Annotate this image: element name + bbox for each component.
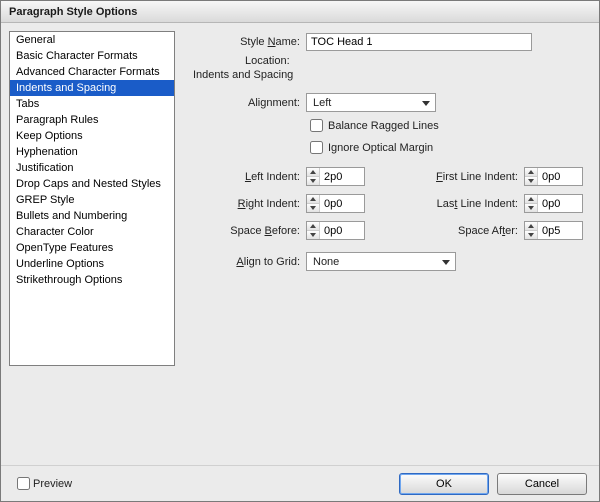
sidebar-item[interactable]: OpenType Features: [10, 240, 174, 256]
space-before-spinner[interactable]: [306, 221, 365, 240]
sidebar-item[interactable]: Underline Options: [10, 256, 174, 272]
sidebar-item[interactable]: GREP Style: [10, 192, 174, 208]
space-after-label: Space After:: [414, 225, 524, 237]
style-name-input[interactable]: [306, 33, 532, 51]
left-indent-spinner[interactable]: [306, 167, 365, 186]
spin-up-icon[interactable]: [525, 195, 537, 203]
main-panel: Style Name: Location: Indents and Spacin…: [175, 31, 591, 457]
spin-up-icon[interactable]: [525, 168, 537, 176]
sidebar-item[interactable]: Tabs: [10, 96, 174, 112]
sidebar-item[interactable]: Indents and Spacing: [10, 80, 174, 96]
content-area: GeneralBasic Character FormatsAdvanced C…: [1, 23, 599, 465]
sidebar-item[interactable]: Character Color: [10, 224, 174, 240]
last-line-indent-spinner[interactable]: [524, 194, 583, 213]
sidebar-item[interactable]: Hyphenation: [10, 144, 174, 160]
spin-down-icon[interactable]: [307, 176, 319, 185]
ignore-optical-label: Ignore Optical Margin: [328, 142, 433, 154]
space-before-label: Space Before:: [191, 225, 306, 237]
spin-down-icon[interactable]: [525, 176, 537, 185]
section-title: Indents and Spacing: [193, 69, 583, 81]
cancel-button[interactable]: Cancel: [497, 473, 587, 495]
sidebar-item[interactable]: Basic Character Formats: [10, 48, 174, 64]
preview-label: Preview: [33, 478, 72, 490]
preview-checkbox[interactable]: [17, 477, 30, 490]
sidebar-item[interactable]: Paragraph Rules: [10, 112, 174, 128]
sidebar-item[interactable]: General: [10, 32, 174, 48]
right-indent-input[interactable]: [320, 195, 364, 212]
footer: Preview OK Cancel: [1, 465, 599, 501]
right-indent-label: Right Indent:: [191, 198, 306, 210]
alignment-dropdown[interactable]: Left: [306, 93, 436, 112]
window-title: Paragraph Style Options: [9, 6, 137, 18]
spin-down-icon[interactable]: [525, 230, 537, 239]
left-indent-input[interactable]: [320, 168, 364, 185]
preview-checkbox-row[interactable]: Preview: [13, 474, 72, 493]
right-indent-spinner[interactable]: [306, 194, 365, 213]
space-before-input[interactable]: [320, 222, 364, 239]
last-line-indent-input[interactable]: [538, 195, 582, 212]
first-line-indent-label: First Line Indent:: [414, 171, 524, 183]
spin-down-icon[interactable]: [307, 203, 319, 212]
sidebar-item[interactable]: Keep Options: [10, 128, 174, 144]
location-label: Location:: [191, 55, 583, 67]
alignment-label: Alignment:: [191, 97, 306, 109]
style-name-label: Style Name:: [191, 36, 306, 48]
sidebar-item[interactable]: Justification: [10, 160, 174, 176]
align-to-grid-value: None: [313, 256, 339, 268]
spin-up-icon[interactable]: [307, 222, 319, 230]
sidebar-item[interactable]: Bullets and Numbering: [10, 208, 174, 224]
space-after-input[interactable]: [538, 222, 582, 239]
spin-down-icon[interactable]: [307, 230, 319, 239]
space-after-spinner[interactable]: [524, 221, 583, 240]
dialog-window: Paragraph Style Options GeneralBasic Cha…: [0, 0, 600, 502]
align-to-grid-label: Align to Grid:: [191, 256, 306, 268]
spin-up-icon[interactable]: [525, 222, 537, 230]
ok-button[interactable]: OK: [399, 473, 489, 495]
balance-ragged-checkbox[interactable]: [310, 119, 323, 132]
spin-up-icon[interactable]: [307, 195, 319, 203]
first-line-indent-input[interactable]: [538, 168, 582, 185]
spin-down-icon[interactable]: [525, 203, 537, 212]
spin-up-icon[interactable]: [307, 168, 319, 176]
category-list[interactable]: GeneralBasic Character FormatsAdvanced C…: [9, 31, 175, 366]
alignment-value: Left: [313, 97, 331, 109]
ignore-optical-checkbox[interactable]: [310, 141, 323, 154]
left-indent-label: Left Indent:: [191, 171, 306, 183]
align-to-grid-dropdown[interactable]: None: [306, 252, 456, 271]
sidebar-item[interactable]: Strikethrough Options: [10, 272, 174, 288]
first-line-indent-spinner[interactable]: [524, 167, 583, 186]
sidebar-item[interactable]: Drop Caps and Nested Styles: [10, 176, 174, 192]
balance-ragged-label: Balance Ragged Lines: [328, 120, 439, 132]
last-line-indent-label: Last Line Indent:: [414, 198, 524, 210]
sidebar-item[interactable]: Advanced Character Formats: [10, 64, 174, 80]
titlebar: Paragraph Style Options: [1, 1, 599, 23]
